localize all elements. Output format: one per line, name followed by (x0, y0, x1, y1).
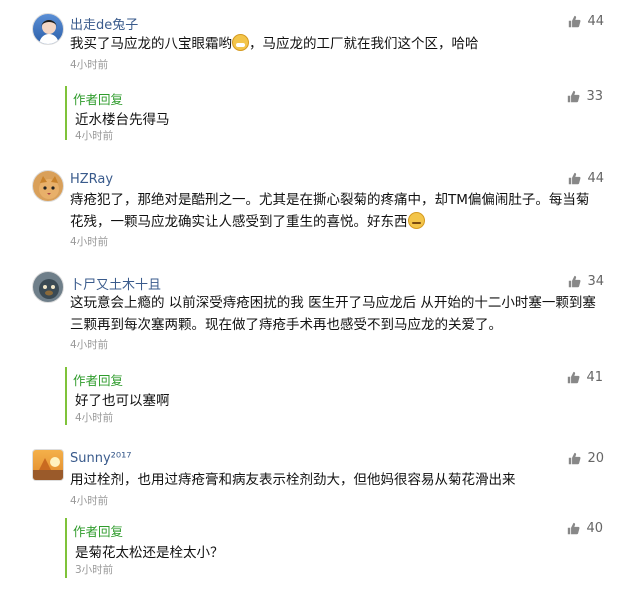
like-count: 33 (586, 89, 603, 104)
like-button[interactable]: 20 (568, 451, 604, 466)
username[interactable]: 卜尸又土木十且 (70, 274, 161, 293)
reply-text: 近水楼台先得马 (75, 112, 170, 128)
animal-avatar-icon (39, 279, 59, 299)
comment-line: 花残，一颗马应龙确实让人感受到了重生的喜悦。好东西 (70, 211, 610, 233)
avatar[interactable] (32, 170, 64, 202)
comment-line: 痔疮犯了，那绝对是酷刑之一。尤其是在撕心裂菊的疼痛中，却TM偏偏闹肚子。每当菊 (70, 192, 590, 208)
sunset-avatar-icon (33, 457, 63, 480)
username[interactable]: Sunny²⁰¹⁷ (70, 451, 132, 466)
thumbs-up-icon (568, 371, 580, 384)
reply-author: 作者回复 (73, 92, 124, 107)
avatar[interactable] (32, 449, 64, 481)
thumbs-up-icon (569, 275, 581, 288)
timestamp: 4小时前 (70, 59, 109, 71)
comment-text: 用过栓剂，也用过痔疮膏和病友表示栓剂劲大，但他妈很容易从菊花滑出来 (70, 472, 516, 488)
grin-emoji-icon (232, 34, 249, 51)
reply-author: 作者回复 (73, 373, 124, 388)
like-count: 40 (586, 521, 603, 536)
timestamp: 4小时前 (75, 412, 114, 424)
author-reply: 作者回复 40 是菊花太松还是栓太小？ 3小时前 (65, 518, 617, 578)
like-button[interactable]: 34 (568, 274, 604, 289)
like-button[interactable]: 41 (567, 370, 603, 385)
like-button[interactable]: 40 (567, 521, 603, 536)
avatar-portrait-icon (39, 20, 59, 44)
comment-text: 痔疮犯了，那绝对是酷刑之一。尤其是在撕心裂菊的疼痛中，却TM偏偏闹肚子。每当菊 … (70, 189, 610, 233)
comment-text-part: 我买了马应龙的八宝眼霜哟 (70, 36, 232, 52)
cat-avatar-icon (39, 176, 59, 199)
sad-emoji-icon (407, 212, 425, 229)
comment-line: 三颗再到每次塞两颗。现在做了痔疮手术再也感受不到马应龙的关爱了。 (70, 317, 502, 333)
comment-text-part: 花残，一颗马应龙确实让人感受到了重生的喜悦。好东西 (70, 214, 408, 230)
timestamp: 4小时前 (75, 130, 114, 142)
reply-text: 是菊花太松还是栓太小？ (75, 545, 224, 561)
reply-author: 作者回复 (73, 524, 124, 539)
author-reply: 作者回复 33 近水楼台先得马 4小时前 (65, 86, 617, 142)
avatar[interactable] (32, 13, 64, 45)
username[interactable]: HZRay (70, 172, 113, 187)
avatar[interactable] (32, 271, 64, 303)
username[interactable]: 出走de兔子 (70, 14, 138, 33)
comment-text-part: ，马应龙的工厂就在我们这个区，哈哈 (249, 36, 479, 52)
author-reply: 作者回复 41 好了也可以塞啊 4小时前 (65, 367, 617, 425)
timestamp: 3小时前 (75, 564, 114, 576)
timestamp: 4小时前 (70, 236, 109, 248)
reply-text: 好了也可以塞啊 (75, 393, 170, 409)
thumbs-up-icon (569, 172, 581, 185)
like-button[interactable]: 44 (568, 14, 604, 29)
like-count: 41 (586, 370, 603, 385)
like-count: 20 (587, 451, 604, 466)
like-count: 34 (587, 274, 604, 289)
thumbs-up-icon (568, 522, 580, 535)
comment-text: 我买了马应龙的八宝眼霜哟 ，马应龙的工厂就在我们这个区，哈哈 (70, 33, 610, 55)
comment-line: 这玩意会上瘾的 以前深受痔疮困扰的我 医生开了马应龙后 从开始的十二小时塞一颗到… (70, 295, 596, 311)
thumbs-up-icon (569, 452, 581, 465)
thumbs-up-icon (568, 90, 580, 103)
timestamp: 4小时前 (70, 495, 109, 507)
thumbs-up-icon (569, 15, 581, 28)
like-button[interactable]: 44 (568, 171, 604, 186)
like-button[interactable]: 33 (567, 89, 603, 104)
like-count: 44 (587, 14, 604, 29)
like-count: 44 (587, 171, 604, 186)
comment-text: 这玩意会上瘾的 以前深受痔疮困扰的我 医生开了马应龙后 从开始的十二小时塞一颗到… (70, 292, 610, 336)
timestamp: 4小时前 (70, 339, 109, 351)
